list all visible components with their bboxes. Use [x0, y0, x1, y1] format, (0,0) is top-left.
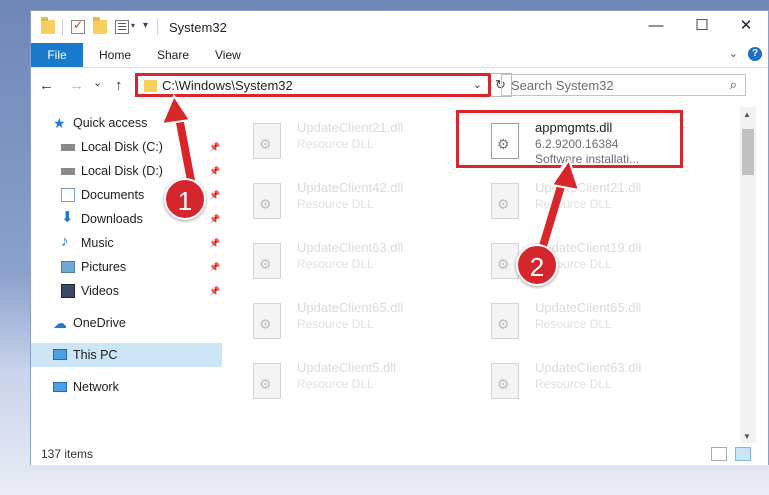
pin-icon[interactable]: 📌 — [209, 142, 220, 153]
network-icon — [53, 382, 67, 392]
new-folder-icon[interactable] — [93, 17, 107, 34]
dll-file-icon — [253, 363, 281, 399]
minimize-button[interactable]: — — [633, 11, 679, 43]
dll-file-icon — [491, 303, 519, 339]
downloads-icon: ⬇ — [61, 209, 74, 226]
file-description: Resource DLL — [535, 197, 612, 211]
pin-icon[interactable]: 📌 — [209, 166, 220, 177]
file-description: Resource DLL — [297, 317, 374, 331]
divider — [157, 19, 158, 35]
help-icon[interactable]: ? — [748, 47, 762, 61]
window-title: System32 — [169, 20, 227, 35]
chevron-down-icon[interactable]: ⌄ — [729, 47, 738, 60]
file-name: UpdateClient63.dll — [535, 360, 642, 375]
drive-icon — [61, 168, 75, 175]
videos-icon — [61, 284, 75, 298]
file-name: UpdateClient5.dll — [297, 360, 397, 375]
pin-icon[interactable]: 📌 — [209, 286, 220, 297]
scrollbar-thumb[interactable] — [742, 129, 754, 175]
step-1-badge: 1 — [164, 178, 206, 220]
dll-file-icon — [491, 183, 519, 219]
file-name: UpdateClient65.dll — [535, 300, 642, 315]
file-explorer-window: ▾ ▾ System32 — ☐ ✕ File Home Share View … — [30, 10, 769, 465]
up-arrow-icon[interactable]: ↑ — [115, 77, 123, 94]
file-description: Resource DLL — [297, 137, 374, 151]
properties-check-icon[interactable] — [71, 18, 85, 34]
dll-file-icon — [491, 363, 519, 399]
file-name: UpdateClient42.dll — [297, 180, 404, 195]
caret-down-icon[interactable]: ▾ — [131, 21, 135, 30]
search-placeholder: Search System32 — [511, 78, 614, 93]
customize-quick-access-icon[interactable]: ▾ — [143, 20, 148, 31]
file-item[interactable]: UpdateClient19.dll Resource DLL — [469, 235, 699, 287]
file-item[interactable]: UpdateClient63.dll Resource DLL — [469, 355, 699, 407]
dll-file-icon — [253, 243, 281, 279]
navigation-pane: ★ Quick access Local Disk (C:) Local Dis… — [31, 111, 222, 441]
computer-icon — [53, 349, 67, 360]
cloud-icon: ☁ — [53, 315, 67, 331]
file-description: Resource DLL — [297, 377, 374, 391]
file-name: UpdateClient21.dll — [297, 120, 404, 135]
folder-icon — [144, 80, 157, 92]
file-item[interactable]: UpdateClient21.dll Resource DLL — [469, 175, 699, 227]
pin-icon[interactable]: 📌 — [209, 238, 220, 249]
address-path[interactable]: C:\Windows\System32 — [162, 78, 293, 93]
back-arrow-icon[interactable]: ← — [39, 77, 54, 94]
file-highlight-box — [456, 110, 683, 168]
file-name: UpdateClient63.dll — [297, 240, 404, 255]
pin-icon[interactable]: 📌 — [209, 190, 220, 201]
file-item[interactable]: UpdateClient21.dll Resource DLL — [231, 115, 461, 167]
recent-locations-icon[interactable]: ⌄ — [93, 76, 102, 89]
divider — [62, 19, 63, 35]
address-bar[interactable]: C:\Windows\System32 ⌄ — [135, 73, 491, 97]
tab-view[interactable]: View — [215, 43, 241, 67]
file-item[interactable]: UpdateClient5.dll Resource DLL — [231, 355, 461, 407]
dll-file-icon — [253, 183, 281, 219]
close-button[interactable]: ✕ — [723, 11, 769, 43]
drive-icon — [61, 144, 75, 151]
scroll-down-icon[interactable]: ▼ — [743, 432, 751, 441]
details-view-icon[interactable] — [711, 447, 727, 461]
pin-icon[interactable]: 📌 — [209, 214, 220, 225]
title-bar: ▾ ▾ System32 — ☐ ✕ — [31, 11, 768, 43]
file-description: Resource DLL — [535, 377, 612, 391]
status-bar: 137 items — [31, 443, 768, 465]
vertical-scrollbar[interactable]: ▲ ▼ — [740, 107, 756, 443]
file-description: Resource DLL — [297, 197, 374, 211]
pin-icon[interactable]: 📌 — [209, 262, 220, 273]
folder-icon — [41, 17, 55, 34]
ribbon-tabs: File Home Share View ⌄ ? — [31, 43, 768, 68]
music-icon: ♪ — [61, 233, 69, 250]
properties-icon[interactable] — [115, 20, 129, 34]
file-item[interactable]: UpdateClient42.dll Resource DLL — [231, 175, 461, 227]
dll-file-icon — [491, 243, 519, 279]
file-description: Resource DLL — [297, 257, 374, 271]
forward-arrow-icon[interactable]: → — [69, 77, 84, 94]
navigation-bar: ← → ⌄ ↑ C:\Windows\System32 ⌄ ↻ Search S… — [31, 71, 768, 101]
file-item[interactable]: UpdateClient65.dll Resource DLL — [469, 295, 699, 347]
file-item[interactable]: UpdateClient65.dll Resource DLL — [231, 295, 461, 347]
dll-file-icon — [253, 303, 281, 339]
scroll-up-icon[interactable]: ▲ — [743, 110, 751, 119]
search-icon[interactable]: ⌕ — [730, 77, 737, 93]
step-2-badge: 2 — [516, 244, 558, 286]
file-description: Resource DLL — [535, 317, 612, 331]
star-icon: ★ — [53, 115, 66, 131]
chevron-down-icon[interactable]: ⌄ — [473, 78, 482, 91]
dll-file-icon — [253, 123, 281, 159]
file-item[interactable]: UpdateClient63.dll Resource DLL — [231, 235, 461, 287]
documents-icon — [61, 188, 75, 202]
search-input[interactable]: Search System32 ⌕ — [501, 74, 746, 96]
item-count: 137 items — [41, 447, 94, 461]
file-name: UpdateClient65.dll — [297, 300, 404, 315]
tab-share[interactable]: Share — [157, 43, 189, 67]
large-icons-view-icon[interactable] — [735, 447, 751, 461]
file-name: UpdateClient21.dll — [535, 180, 642, 195]
tab-file[interactable]: File — [31, 43, 83, 67]
tab-home[interactable]: Home — [99, 43, 131, 67]
maximize-button[interactable]: ☐ — [679, 11, 725, 43]
pictures-icon — [61, 261, 75, 273]
